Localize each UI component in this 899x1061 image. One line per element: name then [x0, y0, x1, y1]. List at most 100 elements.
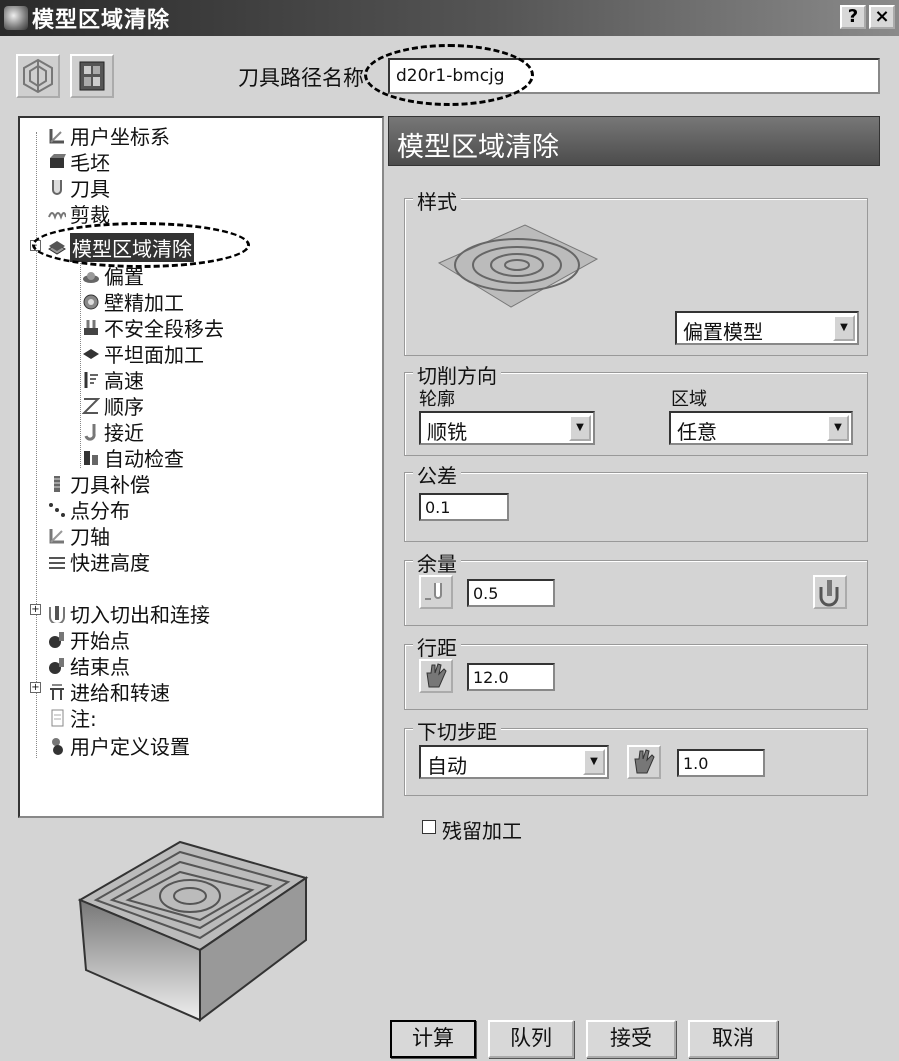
cut-direction-group: 切削方向 轮廓 区域 顺铣 ▼ 任意 ▼	[404, 360, 868, 456]
tolerance-input[interactable]: 0.1	[419, 493, 509, 521]
stepdown-copy-button[interactable]	[627, 745, 661, 779]
tree-item-unsafe-segment[interactable]: 不安全段移去	[82, 314, 224, 341]
thickness-title: 余量	[413, 548, 461, 577]
stepdown-input[interactable]: 1.0	[677, 749, 765, 777]
tree-item-end-point[interactable]: 结束点	[48, 652, 130, 679]
window-title: 模型区域清除	[32, 8, 171, 33]
rest-machining-label: 残留加工	[442, 819, 522, 843]
stepover-input[interactable]: 12.0	[467, 663, 555, 691]
tree-item-tool[interactable]: 刀具	[48, 174, 110, 201]
toolpath-preview-image	[60, 830, 320, 1030]
stepover-title: 行距	[413, 632, 461, 661]
toolpath-name-input[interactable]: d20r1-bmcjg	[388, 58, 880, 94]
end-point-icon	[48, 656, 66, 674]
block-icon	[48, 152, 66, 170]
style-select[interactable]: 偏置模型 ▼	[675, 311, 859, 345]
tree-item-user-settings[interactable]: 用户定义设置	[48, 732, 190, 759]
tree-item-high-speed[interactable]: 高速	[82, 366, 144, 393]
tree-item-feeds-speeds[interactable]: 进给和转速	[48, 678, 170, 705]
close-button[interactable]: ×	[869, 5, 895, 29]
thickness-input[interactable]: 0.5	[467, 579, 555, 607]
tool-compensation-icon	[48, 474, 66, 492]
rest-machining-checkbox[interactable]	[422, 820, 436, 834]
area-clearance-icon	[48, 238, 66, 256]
style-group: 样式 偏置模型 ▼	[404, 186, 868, 356]
collapse-toggle[interactable]: -	[30, 240, 41, 251]
component-thickness-button[interactable]	[419, 575, 453, 609]
stepover-group: 行距 12.0	[404, 632, 868, 710]
tolerance-title: 公差	[413, 460, 461, 489]
tree-item-rapid-height[interactable]: 快进高度	[48, 548, 150, 575]
tree-item-user-coordinate[interactable]: 用户坐标系	[48, 122, 170, 149]
tree-item-start-point[interactable]: 开始点	[48, 626, 130, 653]
feeds-speeds-icon	[48, 682, 66, 700]
accept-button[interactable]: 接受	[586, 1020, 676, 1058]
user-coordinate-icon	[48, 126, 66, 144]
tree-item-limit[interactable]: 剪裁	[48, 200, 110, 227]
tree-item-approach[interactable]: 接近	[82, 418, 144, 445]
tree-item-block[interactable]: 毛坯	[48, 148, 110, 175]
limit-icon	[48, 204, 67, 222]
chevron-down-icon[interactable]: ▼	[583, 749, 605, 775]
expand-toggle[interactable]: +	[30, 604, 41, 615]
thickness-tool-icon	[425, 583, 442, 600]
order-icon	[81, 396, 101, 414]
tool-icon	[48, 178, 66, 196]
thickness-settings-button[interactable]	[813, 575, 847, 609]
tolerance-group: 公差 0.1	[404, 460, 868, 542]
hand-icon	[634, 749, 655, 774]
hand-icon	[426, 663, 447, 688]
tree-item-auto-verify[interactable]: 自动检查	[82, 444, 184, 471]
template-icon[interactable]	[16, 54, 60, 98]
chevron-down-icon[interactable]: ▼	[569, 415, 591, 441]
toolpath-name-label: 刀具路径名称	[238, 66, 364, 90]
tree-item-leads-links[interactable]: 切入切出和连接	[48, 600, 210, 627]
wall-finishing-icon	[82, 292, 100, 310]
area-label: 区域	[671, 389, 707, 410]
profile-label: 轮廓	[419, 389, 455, 410]
tree-item-tool-axis[interactable]: 刀轴	[48, 522, 110, 549]
start-point-icon	[48, 630, 66, 648]
help-button[interactable]: ?	[840, 5, 866, 29]
tree-item-point-distribution[interactable]: 点分布	[48, 496, 130, 523]
strategy-header: 模型区域清除	[388, 116, 880, 166]
title-bar: 模型区域清除 ? ×	[0, 0, 899, 36]
unsafe-segment-icon	[82, 318, 100, 336]
tree-item-order[interactable]: 顺序	[81, 392, 144, 419]
notes-icon	[48, 708, 66, 727]
offset-icon	[82, 266, 100, 284]
settings-sheet-icon[interactable]	[70, 54, 114, 98]
tree-item-flat-machining[interactable]: 平坦面加工	[82, 340, 204, 367]
profile-direction-select[interactable]: 顺铣 ▼	[419, 411, 595, 445]
point-distribution-icon	[48, 500, 66, 518]
stepdown-group: 下切步距 自动 ▼ 1.0	[404, 716, 868, 796]
auto-verify-icon	[82, 448, 100, 466]
axial-thickness-icon	[819, 580, 839, 607]
strategy-tree[interactable]: - + + 用户坐标系 毛坯 刀具 剪裁 模型区域清除 偏置 壁精加工 不安全段…	[18, 116, 384, 818]
tree-item-tool-compensation[interactable]: 刀具补偿	[48, 470, 150, 497]
stepdown-mode-select[interactable]: 自动 ▼	[419, 745, 609, 779]
tool-axis-icon	[48, 526, 66, 544]
expand-toggle[interactable]: +	[30, 682, 41, 693]
flat-machining-icon	[82, 344, 100, 362]
cancel-button[interactable]: 取消	[688, 1020, 778, 1058]
high-speed-icon	[82, 370, 100, 388]
user-settings-icon	[48, 736, 66, 755]
stepover-copy-button[interactable]	[419, 659, 453, 693]
tree-item-area-clearance[interactable]: 模型区域清除	[48, 232, 194, 262]
stepdown-title: 下切步距	[413, 716, 501, 745]
queue-button[interactable]: 队列	[488, 1020, 574, 1058]
calculate-button[interactable]: 计算	[390, 1020, 476, 1058]
tree-item-wall-finishing[interactable]: 壁精加工	[82, 288, 184, 315]
chevron-down-icon[interactable]: ▼	[833, 315, 855, 341]
tree-item-notes[interactable]: 注:	[48, 704, 97, 731]
approach-icon	[82, 422, 100, 441]
area-direction-select[interactable]: 任意 ▼	[669, 411, 853, 445]
tree-item-offset[interactable]: 偏置	[82, 262, 144, 289]
rapid-height-icon	[48, 552, 66, 570]
app-icon	[4, 6, 28, 30]
thickness-group: 余量 0.5	[404, 548, 868, 626]
leads-links-icon	[48, 604, 66, 625]
chevron-down-icon[interactable]: ▼	[827, 415, 849, 441]
style-preview-image	[429, 211, 609, 325]
